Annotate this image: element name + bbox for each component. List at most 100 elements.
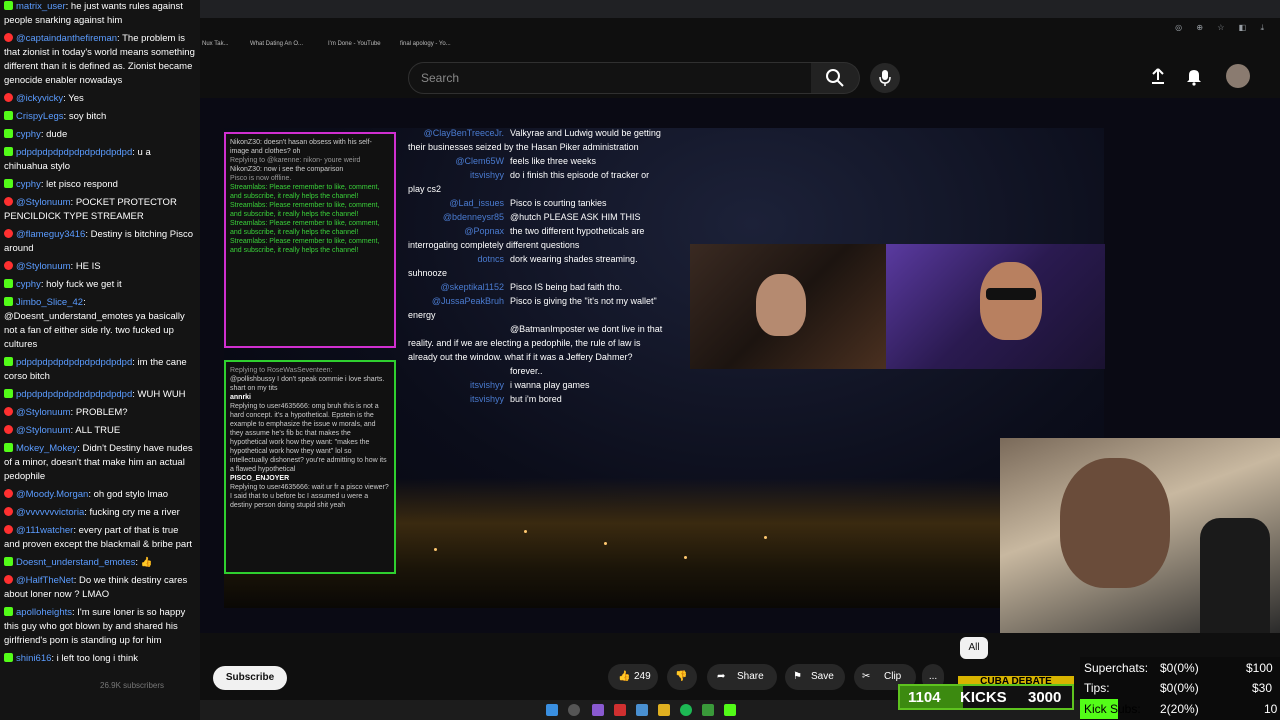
search-icon[interactable] [568,704,580,716]
chat-username[interactable]: apolloheights [16,607,72,618]
chat-username[interactable]: CrispyLegs [16,111,64,122]
donation-goals: Superchats: $0(0%) $100 Tips: $0(0%) $30… [1080,657,1280,720]
chat-username[interactable]: @ickyvicky [16,93,63,104]
overlay-chat-user: itsvishyy [469,394,504,404]
chat-username[interactable]: cyphy [16,279,41,290]
youtube-badge-icon [4,425,13,434]
avatar[interactable] [1226,64,1250,88]
chat-text: WUH WUH [137,389,186,400]
bookmark-item[interactable]: Nux Tak... [202,41,229,47]
overlay-chat-row: @Lad_issues Pisco is courting tankies [408,196,668,210]
bookmarks-bar: Nux Tak... What Dating An O... I'm Done … [200,36,1280,54]
chat-panel: matrix_user: he just wants rules against… [0,0,200,720]
channel-subscribers: 26.9K subscribers [100,681,165,690]
overlay-chat-user: itsvishyy [469,170,504,180]
overlay-chat-row: @Clem65W feels like three weeks [408,154,668,168]
webcam-guest-1 [690,244,886,369]
notifications-icon[interactable] [1184,66,1204,86]
overlay-chat-user: @ClayBenTreeceJr. [423,128,504,138]
chip-all[interactable]: All [960,637,988,659]
youtube-badge-icon [4,197,13,206]
chat-username[interactable]: pdpdpdpdpdpdpdpdpdpdpd [16,357,132,368]
chat-text: let pisco respond [46,179,118,190]
chat-username[interactable]: Jimbo_Slice_42 [16,297,83,308]
chat-message: shini616: i left too long i think [0,652,200,666]
chat-message: pdpdpdpdpdpdpdpdpdpdpd: WUH WUH [0,388,200,402]
chat-text: Yes [68,93,84,104]
search-icon [826,69,844,87]
youtube-badge-icon [4,507,13,516]
kick-badge-icon [4,179,13,188]
chat-username[interactable]: @Moody.Morgan [16,489,88,500]
kick-badge-icon [4,443,13,452]
dislike-button[interactable]: 👎 [667,664,697,690]
browser-toolbar-icons: ◎ ⊕ ☆ ◧ ⤓ [1175,23,1270,32]
browser-icon[interactable] [636,704,648,716]
bookmark-item[interactable]: What Dating An O... [250,41,303,47]
app-icon[interactable] [614,704,626,716]
chat-username[interactable]: @flameguy3416 [16,229,85,240]
chat-text: @Doesnt_understand_emotes ya basically n… [4,311,185,350]
chat-text: i left too long i think [56,653,138,664]
chat-username[interactable]: @HalfTheNet [16,575,74,586]
subscribe-button[interactable]: Subscribe [213,666,287,690]
youtube-badge-icon [4,407,13,416]
chat-message: @ickyvicky: Yes [0,92,200,106]
chat-text: holy fuck we get it [46,279,122,290]
chat-username[interactable]: Mokey_Mokey [16,443,77,454]
chat-message: @captaindanthefireman: The problem is th… [0,32,200,88]
overlay-chat-middle: @ClayBenTreeceJr. Valkyrae and Ludwig wou… [408,126,668,498]
video-player[interactable]: NikonZ30: doesn't hasan obsess with his … [200,98,1280,633]
chat-username[interactable]: cyphy [16,179,41,190]
kick-badge-icon [4,111,13,120]
windows-start-icon[interactable] [546,704,558,716]
chat-username[interactable]: @Stylonuum [16,425,71,436]
chat-username[interactable]: @vvvvvvvictoria [16,507,84,518]
chat-text: ALL TRUE [75,425,121,436]
chat-message: apolloheights: I'm sure loner is so happ… [0,606,200,648]
overlay-chat-text: Pisco is courting tankies [510,198,607,208]
overlay-chat-user: dotncs [477,254,504,264]
overlay-chat-text: i wanna play games [510,380,590,390]
chat-username[interactable]: pdpdpdpdpdpdpdpdpdpdpd [16,147,132,158]
overlay-chat-row: @ClayBenTreeceJr. Valkyrae and Ludwig wou… [408,126,668,154]
kicks-label: KICKS [960,689,1007,706]
youtube-badge-icon [4,229,13,238]
overlay-chat-bottom: Replying to RoseWasSeventeen: @pollishbu… [224,360,396,574]
chat-text: PROBLEM? [75,407,128,418]
spotify-icon[interactable] [680,704,692,716]
chat-message: @vvvvvvvictoria: fucking cry me a river [0,506,200,520]
chat-username[interactable]: @captaindanthefireman [16,33,117,44]
share-button[interactable]: ➦ Share [707,664,777,690]
chat-username[interactable]: @Stylonuum [16,261,71,272]
bookmark-item[interactable]: final apology - Yo... [400,41,451,47]
search-button[interactable] [811,62,860,94]
chat-username[interactable]: pdpdpdpdpdpdpdpdpdpdpd [16,389,132,400]
like-button[interactable]: 👍 249 [608,664,658,690]
overlay-chat-row: forever.. [408,364,668,378]
chat-username[interactable]: @111watcher [16,525,73,536]
chat-username[interactable]: shini616 [16,653,51,664]
kicks-goal-bar: 1104 KICKS 3000 [898,684,1074,710]
chat-username[interactable]: cyphy [16,129,41,140]
bookmark-item[interactable]: I'm Done - YouTube [328,41,381,47]
app-icon[interactable] [592,704,604,716]
overlay-chat-row: @skeptikal1152 Pisco IS being bad faith t… [408,280,668,294]
chat-message: @Stylonuum: POCKET PROTECTOR PENCILDICK … [0,196,200,224]
voice-search-button[interactable] [870,63,900,93]
chat-username[interactable]: @Stylonuum [16,197,71,208]
chat-username[interactable]: Doesnt_understand_emotes [16,557,135,568]
app-icon[interactable] [724,704,736,716]
overlay-chat-text: Pisco IS being bad faith tho. [510,282,623,292]
overlay-chat-text: @BatmanImposter we dont live in that rea… [408,324,663,362]
upload-icon[interactable] [1148,66,1168,86]
save-button[interactable]: ⚑ Save [785,664,845,690]
folder-icon[interactable] [658,704,670,716]
overlay-chat-user: @Clem65W [455,156,504,166]
chat-username[interactable]: @Stylonuum [16,407,71,418]
search-input[interactable]: Search [408,62,813,94]
chat-username[interactable]: matrix_user [16,1,66,12]
overlay-chat-row: @Popnax the two different hypotheticals a… [408,224,668,252]
xbox-icon[interactable] [702,704,714,716]
chat-message: @HalfTheNet: Do we think destiny cares a… [0,574,200,602]
